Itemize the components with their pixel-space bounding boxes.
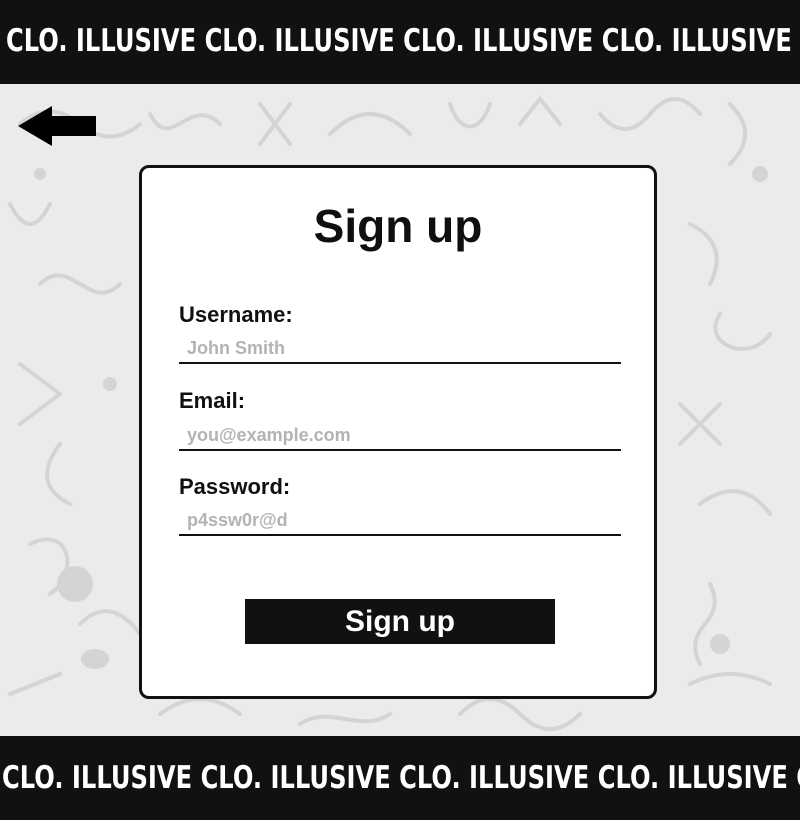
email-input[interactable] [179, 421, 621, 451]
footer-marquee-bar: CLO. ILLUSIVE CLO. ILLUSIVE CLO. ILLUSIV… [0, 736, 800, 820]
email-label: Email: [179, 388, 246, 413]
header-marquee-bar: CLO. ILLUSIVE CLO. ILLUSIVE CLO. ILLUSIV… [0, 0, 800, 84]
header-marquee-text: CLO. ILLUSIVE CLO. ILLUSIVE CLO. ILLUSIV… [6, 23, 800, 59]
username-label: Username: [179, 302, 293, 327]
password-input[interactable] [179, 506, 621, 536]
password-label: Password: [179, 474, 291, 499]
username-input[interactable] [179, 334, 621, 364]
signup-card: Sign up Username: Email: Password: Sign … [139, 165, 657, 699]
arrow-left-icon [18, 106, 96, 146]
page-title: Sign up [313, 200, 483, 252]
back-button[interactable] [18, 106, 98, 148]
footer-marquee-text: CLO. ILLUSIVE CLO. ILLUSIVE CLO. ILLUSIV… [2, 760, 800, 796]
signup-submit-button[interactable]: Sign up [245, 599, 555, 644]
